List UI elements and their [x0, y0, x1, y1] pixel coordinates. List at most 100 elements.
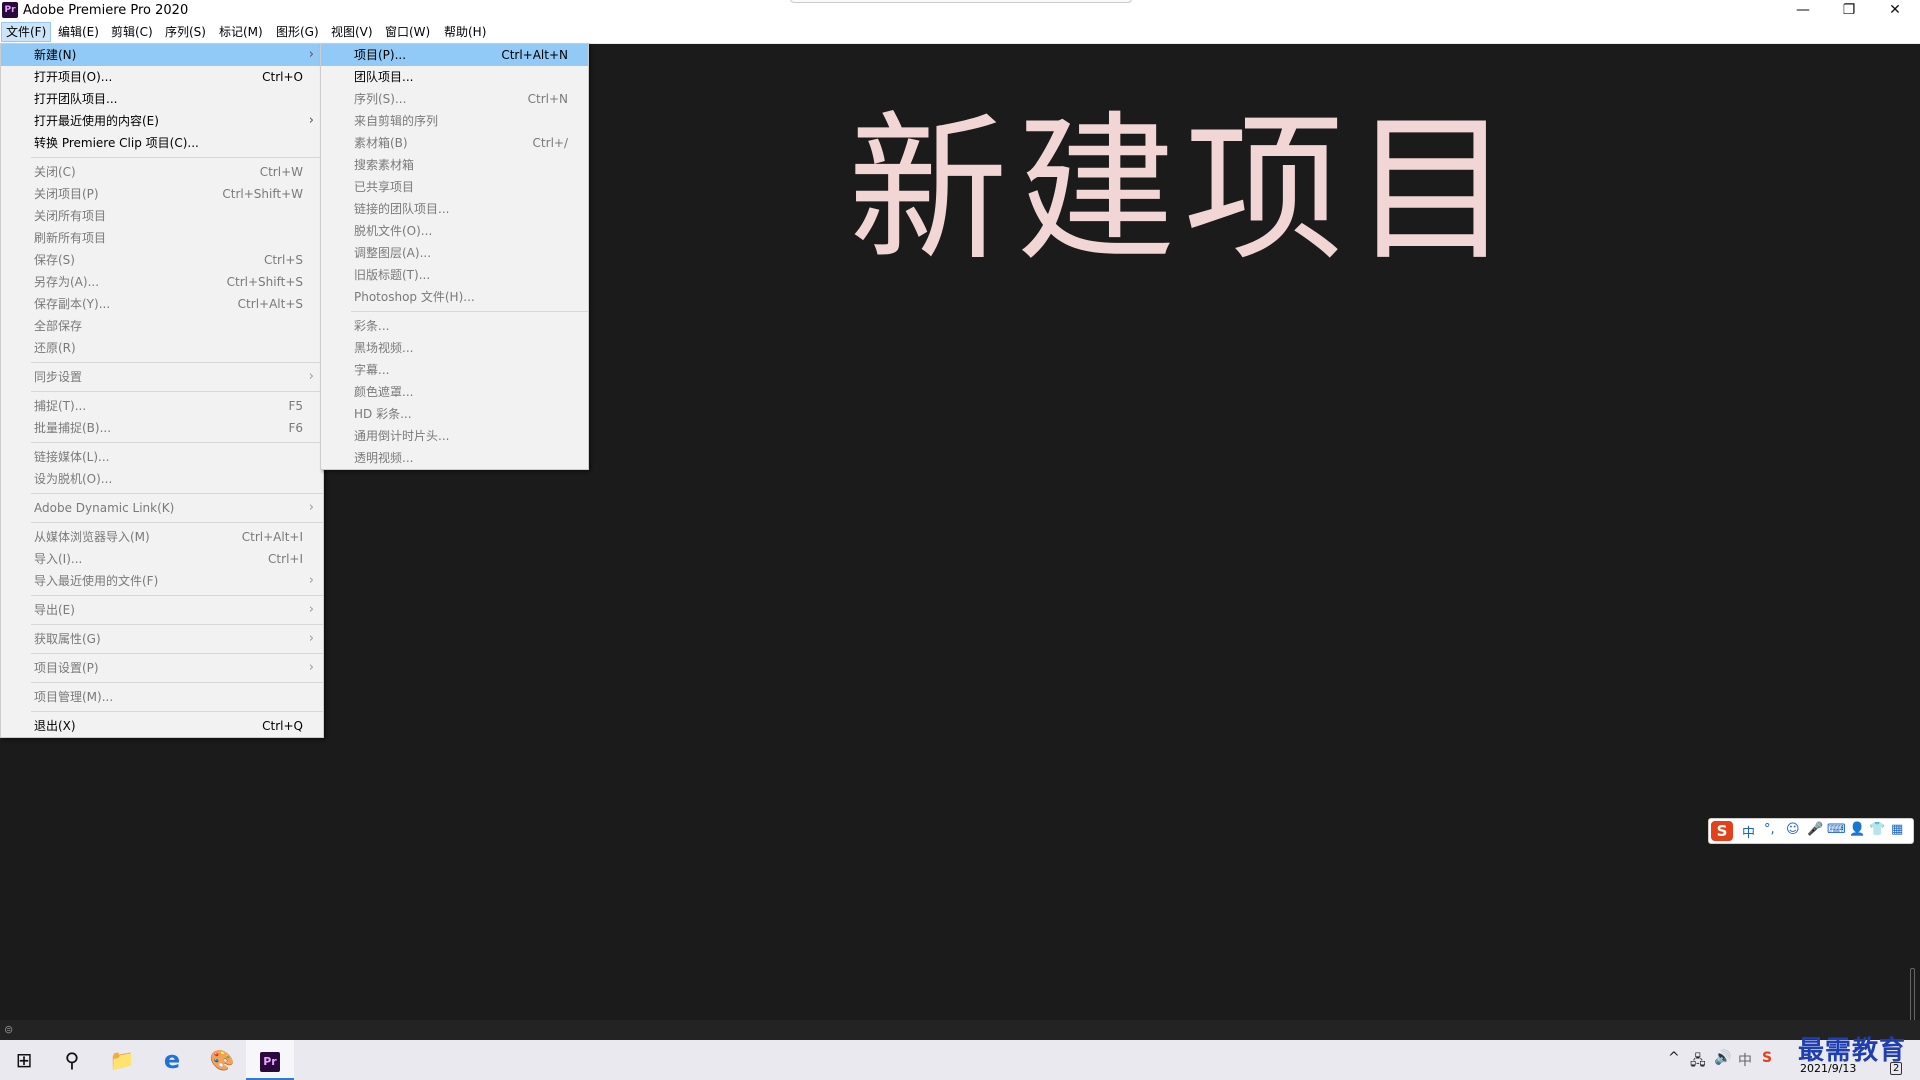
file-menu-item[interactable]: 还原(R) [1, 337, 323, 359]
new-submenu-item[interactable]: 调整图层(A)... [321, 242, 588, 264]
input-language-icon[interactable]: 中 [1738, 1050, 1752, 1070]
menu-help[interactable]: 帮助(H) [440, 22, 490, 42]
search-button[interactable]: ⚲ [48, 1040, 96, 1080]
file-menu-item[interactable]: 导入(I)... Ctrl+I [1, 548, 323, 570]
file-menu-item-label: 获取属性(G) [34, 632, 101, 646]
file-menu-item[interactable]: 从媒体浏览器导入(M) Ctrl+Alt+I [1, 526, 323, 548]
file-menu-item[interactable]: 捕捉(T)... F5 [1, 395, 323, 417]
ime-user-icon[interactable]: 👤 [1849, 822, 1865, 837]
new-submenu-item[interactable]: 搜索素材箱 [321, 154, 588, 176]
new-submenu-item[interactable]: 字幕... [321, 359, 588, 381]
paint-button[interactable]: 🎨 [198, 1040, 246, 1080]
file-menu-item[interactable]: 同步设置 › [1, 366, 323, 388]
start-button[interactable]: ⊞ [0, 1040, 48, 1080]
new-submenu-item[interactable]: Photoshop 文件(H)... [321, 286, 588, 308]
premiere-app-icon: Pr [2, 2, 18, 18]
file-menu-item-shortcut: Ctrl+Shift+W [222, 187, 303, 201]
file-menu-item[interactable]: 导入最近使用的文件(F) › [1, 570, 323, 592]
overlay-title: 新建项目 [848, 96, 1521, 283]
file-explorer-button[interactable]: 📁 [98, 1040, 146, 1080]
window-title: Adobe Premiere Pro 2020 [23, 3, 189, 18]
file-menu-item-label: 捕捉(T)... [34, 399, 87, 413]
new-submenu-item[interactable]: 链接的团队项目... [321, 198, 588, 220]
file-menu-item[interactable]: 另存为(A)... Ctrl+Shift+S [1, 271, 323, 293]
volume-icon[interactable]: 🔊 [1714, 1050, 1731, 1066]
new-submenu-item[interactable]: 脱机文件(O)... [321, 220, 588, 242]
minimize-button[interactable]: — [1780, 0, 1826, 22]
status-icon[interactable]: ⊜ [4, 1023, 13, 1036]
file-menu-item[interactable]: 转换 Premiere Clip 项目(C)... [1, 132, 323, 154]
new-submenu-item[interactable]: HD 彩条... [321, 403, 588, 425]
file-menu-item[interactable]: 打开最近使用的内容(E) › [1, 110, 323, 132]
file-menu-item[interactable]: 保存(S) Ctrl+S [1, 249, 323, 271]
new-submenu-item[interactable]: 来自剪辑的序列 [321, 110, 588, 132]
ime-skin-icon[interactable]: 👕 [1869, 822, 1885, 837]
menu-view[interactable]: 视图(V) [327, 22, 377, 42]
ime-chinese-mode-icon[interactable]: 中 [1742, 822, 1755, 841]
new-submenu-item[interactable]: 序列(S)... Ctrl+N [321, 88, 588, 110]
restore-button[interactable]: ❐ [1826, 0, 1872, 22]
file-menu-item[interactable]: 导出(E) › [1, 599, 323, 621]
file-menu-item[interactable]: 关闭(C) Ctrl+W [1, 161, 323, 183]
new-submenu-item[interactable]: 素材箱(B) Ctrl+/ [321, 132, 588, 154]
file-menu-item[interactable]: Adobe Dynamic Link(K) › [1, 497, 323, 519]
file-menu-item[interactable]: 关闭所有项目 [1, 205, 323, 227]
ime-punctuation-icon[interactable]: °, [1764, 822, 1775, 837]
menu-graphics[interactable]: 图形(G) [272, 22, 323, 42]
sogou-tray-icon[interactable]: S [1762, 1050, 1772, 1066]
file-menu-item[interactable]: 项目设置(P) › [1, 657, 323, 679]
ime-emoji-icon[interactable]: ☺ [1786, 822, 1800, 837]
menu-separator [31, 442, 323, 443]
premiere-icon: Pr [260, 1051, 280, 1072]
file-menu-item[interactable]: 打开团队项目... [1, 88, 323, 110]
file-menu-item-label: 保存副本(Y)... [34, 297, 111, 311]
new-submenu-item[interactable]: 黑场视频... [321, 337, 588, 359]
menu-file[interactable]: 文件(F) [1, 22, 52, 42]
file-menu-item[interactable]: 打开项目(O)... Ctrl+O [1, 66, 323, 88]
close-button[interactable]: ✕ [1872, 0, 1918, 22]
file-menu-item-label: 设为脱机(O)... [34, 472, 113, 486]
new-submenu-item[interactable]: 已共享项目 [321, 176, 588, 198]
file-menu-item-label: 转换 Premiere Clip 项目(C)... [34, 136, 199, 150]
menu-markers[interactable]: 标记(M) [215, 22, 267, 42]
ime-toolbox-icon[interactable]: ▦ [1891, 822, 1903, 837]
ime-voice-icon[interactable]: 🎤 [1807, 822, 1823, 837]
premiere-button[interactable]: Pr [246, 1040, 294, 1080]
file-menu-item[interactable]: 项目管理(M)... [1, 686, 323, 708]
tray-overflow-icon[interactable]: ^ [1668, 1050, 1680, 1066]
menu-sequence[interactable]: 序列(S) [161, 22, 210, 42]
file-menu-item[interactable]: 设为脱机(O)... [1, 468, 323, 490]
new-submenu-item[interactable]: 旧版标题(T)... [321, 264, 588, 286]
menu-edit[interactable]: 编辑(E) [54, 22, 103, 42]
new-submenu-dropdown: 项目(P)... Ctrl+Alt+N 团队项目... 序列(S)... Ctrl+N 来… [320, 43, 589, 470]
new-submenu-item[interactable]: 颜色遮罩... [321, 381, 588, 403]
new-submenu-item-label: 团队项目... [354, 70, 414, 84]
new-submenu-item[interactable]: 透明视频... [321, 447, 588, 469]
new-submenu-item-label: 通用倒计时片头... [354, 429, 450, 443]
file-menu-item[interactable]: 刷新所有项目 [1, 227, 323, 249]
file-menu-item-shortcut: Ctrl+S [263, 253, 303, 267]
edge-button[interactable]: e [148, 1040, 196, 1080]
new-submenu-item[interactable]: 项目(P)... Ctrl+Alt+N [321, 44, 588, 66]
file-menu-item[interactable]: 新建(N) › [1, 44, 323, 66]
menu-window[interactable]: 窗口(W) [381, 22, 434, 42]
new-submenu-item[interactable]: 彩条... [321, 315, 588, 337]
ime-toolbar: S 中 °, ☺ 🎤 ⌨ 👤 👕 ▦ [1708, 818, 1914, 844]
network-icon[interactable]: 🖧 [1690, 1050, 1706, 1074]
new-submenu-item[interactable]: 团队项目... [321, 66, 588, 88]
ime-keyboard-icon[interactable]: ⌨ [1827, 822, 1846, 837]
file-menu-item[interactable]: 全部保存 [1, 315, 323, 337]
file-menu-item[interactable]: 链接媒体(L)... [1, 446, 323, 468]
file-menu-item[interactable]: 保存副本(Y)... Ctrl+Alt+S [1, 293, 323, 315]
vertical-scroll-indicator[interactable] [1910, 968, 1915, 1027]
file-menu-item-label: 退出(X) [34, 719, 76, 733]
menu-separator [31, 624, 323, 625]
file-menu-item[interactable]: 关闭项目(P) Ctrl+Shift+W [1, 183, 323, 205]
menu-clip[interactable]: 剪辑(C) [107, 22, 157, 42]
file-menu-item[interactable]: 批量捕捉(B)... F6 [1, 417, 323, 439]
new-submenu-item[interactable]: 通用倒计时片头... [321, 425, 588, 447]
sogou-logo-icon[interactable]: S [1711, 821, 1733, 841]
taskbar: ⊞ ⚲ 📁 e 🎨 Pr ^ 🖧 🔊 中 S 2021/9/13 2 [0, 1040, 1920, 1080]
file-menu-item[interactable]: 获取属性(G) › [1, 628, 323, 650]
file-menu-item[interactable]: 退出(X) Ctrl+Q [1, 715, 323, 737]
